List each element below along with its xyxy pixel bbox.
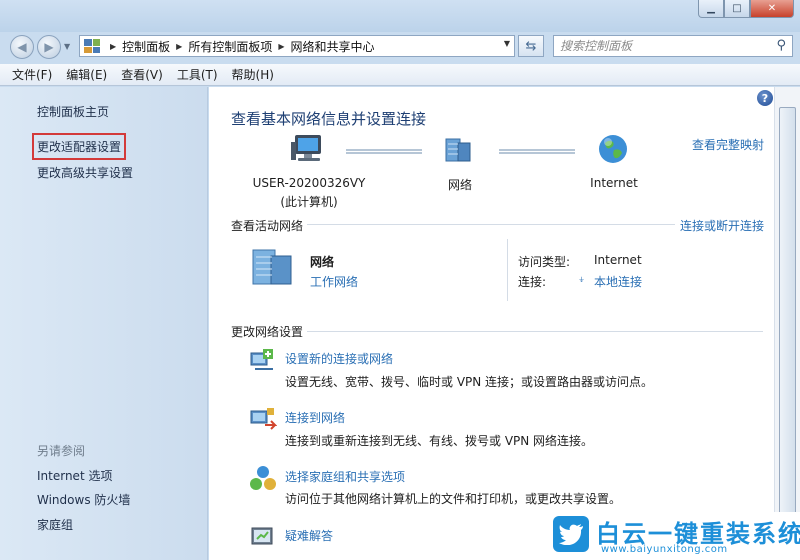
refresh-button[interactable]: ⇆ (518, 35, 544, 57)
watermark-url: www.baiyunxitong.com (601, 544, 728, 555)
connect-to-network-desc: 连接到或重新连接到无线、有线、拨号或 VPN 网络连接。 (285, 434, 594, 448)
menu-tools[interactable]: 工具(T) (177, 66, 218, 83)
access-type-label: 访问类型: (518, 255, 571, 269)
active-network-name: 网络 (310, 255, 335, 269)
main-content: ? 查看基本网络信息并设置连接 查看完整映射 USER-20200326VY (… (209, 87, 774, 560)
internet-globe-icon[interactable] (597, 133, 629, 165)
breadcrumb-separator-icon[interactable]: ▶ (110, 42, 116, 51)
computer-sub-label: (此计算机) (280, 195, 338, 209)
divider (507, 239, 508, 301)
watermark: 白云一键重装系统 www.baiyunxitong.com (543, 512, 800, 560)
breadcrumb-control-panel[interactable]: 控制面板 (122, 38, 170, 55)
active-networks-heading: 查看活动网络 (231, 219, 304, 233)
network-type-link[interactable]: 工作网络 (310, 273, 358, 290)
window-controls: ▁ □ ✕ (698, 0, 794, 18)
navigation-bar: ◀ ▶ ▼ ▶ 控制面板 ▶ 所有控制面板项 ▶ 网络和共享中心 ▼ ⇆ ⚲ (0, 30, 800, 64)
connection-label: 连接: (518, 275, 547, 289)
sidebar-internet-options[interactable]: Internet 选项 (37, 467, 112, 484)
troubleshoot-icon (251, 527, 273, 545)
search-input[interactable] (560, 39, 760, 53)
active-network-icon[interactable] (249, 244, 299, 288)
network-label: 网络 (447, 178, 472, 192)
new-connection-icon (250, 349, 273, 370)
vertical-scrollbar[interactable] (774, 87, 800, 560)
sidebar-change-adapter-settings[interactable]: 更改适配器设置 (31, 133, 127, 160)
address-bar[interactable]: ▶ 控制面板 ▶ 所有控制面板项 ▶ 网络和共享中心 ▼ (79, 35, 515, 57)
network-icon[interactable] (443, 135, 475, 163)
breadcrumb-all-items[interactable]: 所有控制面板项 (188, 38, 272, 55)
computer-name-label: USER-20200326VY (252, 176, 366, 190)
see-also-heading: 另请参阅 (37, 444, 86, 458)
sidebar: 控制面板主页 更改适配器设置 更改高级共享设置 另请参阅 Internet 选项… (0, 87, 208, 560)
breadcrumb-network-center[interactable]: 网络和共享中心 (291, 38, 375, 55)
menu-bar: 文件(F) 编辑(E) 查看(V) 工具(T) 帮助(H) (0, 64, 800, 86)
internet-label: Internet (590, 176, 638, 190)
bird-logo-icon (553, 516, 589, 552)
search-box[interactable]: ⚲ (553, 35, 793, 57)
recent-pages-dropdown-icon[interactable]: ▼ (64, 42, 70, 51)
change-settings-heading: 更改网络设置 (231, 325, 304, 339)
menu-edit[interactable]: 编辑(E) (66, 66, 107, 83)
forward-arrow-icon: ▶ (44, 40, 54, 54)
sidebar-change-advanced-sharing[interactable]: 更改高级共享设置 (37, 164, 133, 181)
troubleshoot-link[interactable]: 疑难解答 (285, 527, 333, 544)
refresh-icon: ⇆ (525, 38, 537, 54)
divider (307, 331, 763, 332)
menu-file[interactable]: 文件(F) (12, 66, 52, 83)
sidebar-windows-firewall[interactable]: Windows 防火墙 (37, 491, 130, 508)
setup-connection-desc: 设置无线、宽带、拨号、临时或 VPN 连接；或设置路由器或访问点。 (285, 375, 654, 389)
divider (307, 224, 675, 225)
control-panel-icon (84, 39, 100, 53)
back-arrow-icon: ◀ (17, 40, 27, 54)
homegroup-icon (250, 466, 276, 490)
connect-disconnect-link[interactable]: 连接或断开连接 (680, 217, 764, 234)
local-connection-link[interactable]: 本地连接 (594, 273, 642, 290)
computer-icon[interactable] (291, 133, 327, 163)
setup-connection-link[interactable]: 设置新的连接或网络 (285, 350, 393, 367)
breadcrumb-separator-icon[interactable]: ▶ (278, 42, 284, 51)
help-icon[interactable]: ? (757, 90, 773, 106)
page-title: 查看基本网络信息并设置连接 (231, 110, 427, 128)
connection-line (346, 149, 422, 154)
scrollbar-thumb[interactable] (779, 107, 796, 527)
sidebar-control-panel-home[interactable]: 控制面板主页 (37, 103, 109, 120)
address-dropdown-icon[interactable]: ▼ (504, 39, 510, 48)
connection-plug-icon: ⍖ (578, 272, 586, 286)
connection-line (499, 149, 575, 154)
access-type-value: Internet (594, 253, 642, 267)
homegroup-sharing-link[interactable]: 选择家庭组和共享选项 (285, 468, 405, 485)
title-bar: ▁ □ ✕ (0, 0, 800, 32)
breadcrumb-separator-icon[interactable]: ▶ (176, 42, 182, 51)
minimize-button[interactable]: ▁ (698, 0, 724, 18)
connect-network-icon (250, 408, 277, 430)
menu-view[interactable]: 查看(V) (121, 66, 163, 83)
homegroup-sharing-desc: 访问位于其他网络计算机上的文件和打印机，或更改共享设置。 (285, 492, 622, 506)
search-icon[interactable]: ⚲ (776, 38, 786, 53)
menu-help[interactable]: 帮助(H) (232, 66, 274, 83)
forward-button[interactable]: ▶ (37, 35, 61, 59)
sidebar-homegroup[interactable]: 家庭组 (37, 516, 73, 533)
maximize-button[interactable]: □ (724, 0, 750, 18)
connect-to-network-link[interactable]: 连接到网络 (285, 409, 345, 426)
view-full-map-link[interactable]: 查看完整映射 (692, 136, 764, 153)
close-button[interactable]: ✕ (750, 0, 794, 18)
back-button[interactable]: ◀ (10, 35, 34, 59)
